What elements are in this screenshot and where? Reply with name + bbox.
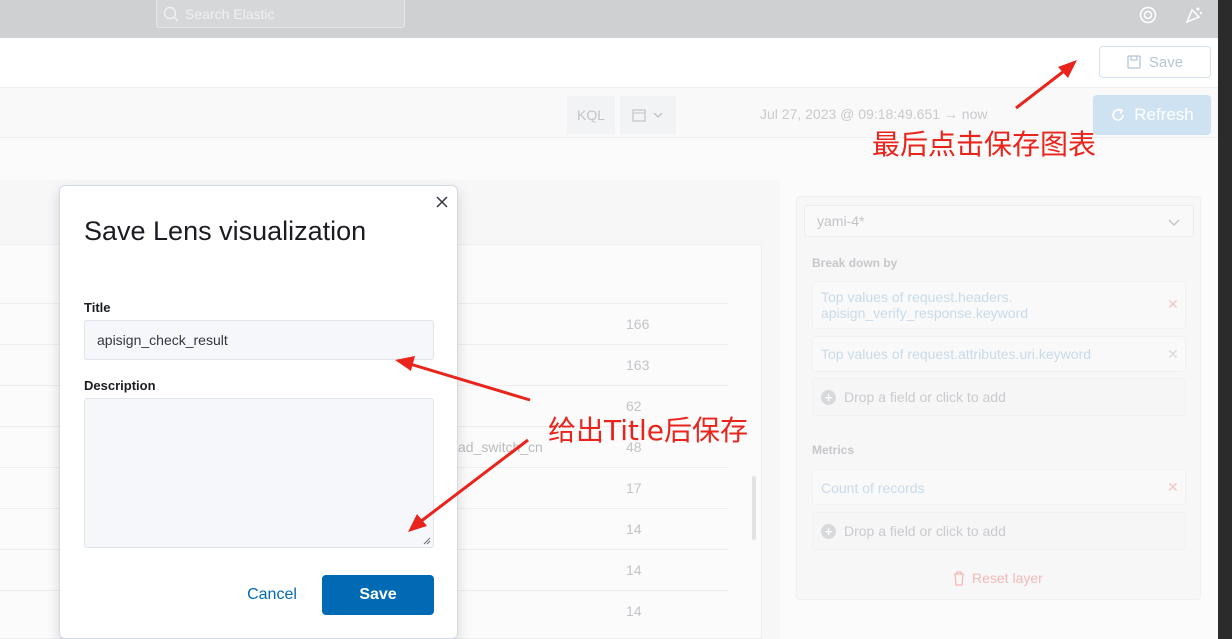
description-textarea[interactable]	[84, 398, 434, 548]
save-icon	[1127, 55, 1141, 69]
table-cell-value: 14	[626, 521, 642, 537]
window-edge-strip	[1218, 0, 1232, 639]
index-pattern-value: yami-4*	[817, 213, 865, 229]
table-cell-value: 166	[626, 316, 650, 332]
breakdown-section-label: Break down by	[812, 256, 898, 270]
table-cell-value: 17	[626, 480, 642, 496]
refresh-icon	[1112, 108, 1125, 121]
trash-icon	[954, 571, 964, 586]
save-button-label: Save	[1148, 53, 1184, 71]
refresh-button[interactable]: Refresh	[1093, 95, 1211, 135]
remove-dimension-icon[interactable]: ✕	[1167, 296, 1179, 313]
cancel-button[interactable]: Cancel	[240, 580, 304, 610]
add-icon: +	[821, 389, 836, 405]
global-search-input[interactable]: Search Elastic	[156, 0, 405, 28]
add-icon: +	[821, 523, 836, 539]
description-field-label: Description	[84, 378, 156, 393]
title-field-label: Title	[84, 300, 111, 315]
table-cell-label: ad_switch_cn	[458, 439, 543, 455]
metrics-section-label: Metrics	[812, 443, 855, 457]
breakdown-drop-zone[interactable]: + Drop a field or click to add	[812, 378, 1186, 416]
close-icon[interactable]	[434, 194, 450, 210]
index-pattern-select[interactable]: yami-4*	[804, 205, 1194, 237]
calendar-icon	[632, 109, 646, 122]
annotation-save-chart: 最后点击保存图表	[872, 128, 1097, 161]
search-placeholder: Search Elastic	[185, 5, 275, 22]
table-cell-value: 14	[626, 603, 642, 619]
modal-title: Save Lens visualization	[84, 216, 367, 246]
breakdown-dimension-2[interactable]: Top values of request.attributes.uri.key…	[812, 336, 1186, 372]
reset-layer-label: Reset layer	[972, 570, 1043, 586]
reset-layer-button[interactable]: Reset layer	[952, 570, 1043, 586]
remove-metric-icon[interactable]: ✕	[1167, 479, 1179, 496]
title-input[interactable]: apisign_check_result	[84, 320, 434, 360]
date-range-display[interactable]: Jul 27, 2023 @ 09:18:49.651 → now	[760, 106, 987, 122]
confirm-save-button[interactable]: Save	[322, 575, 434, 615]
metric-dimension[interactable]: Count of records	[812, 469, 1186, 505]
drop-zone-label: Drop a field or click to add	[844, 389, 1006, 405]
search-icon	[163, 6, 179, 21]
help-icon[interactable]	[1138, 5, 1158, 25]
remove-dimension-icon[interactable]: ✕	[1167, 346, 1179, 363]
table-cell-value: 14	[626, 562, 642, 578]
table-scrollbar[interactable]	[752, 476, 756, 540]
drop-zone-label: Drop a field or click to add	[844, 523, 1006, 539]
annotation-title-save: 给出Title后保存	[548, 414, 749, 447]
table-cell-value: 163	[626, 357, 650, 373]
metrics-drop-zone[interactable]: + Drop a field or click to add	[812, 512, 1186, 550]
save-button[interactable]: Save	[1099, 46, 1211, 78]
refresh-label: Refresh	[1134, 105, 1194, 124]
breakdown-dimension-1[interactable]: Top values of request.headers. apisign_v…	[812, 281, 1186, 329]
chevron-down-icon	[1168, 219, 1180, 226]
date-picker-button[interactable]	[620, 96, 676, 134]
resize-handle-icon[interactable]	[421, 535, 431, 545]
kql-toggle[interactable]: KQL	[567, 96, 615, 134]
app-header	[0, 38, 1218, 88]
kql-label: KQL	[576, 107, 605, 123]
news-feed-icon[interactable]	[1184, 5, 1204, 25]
chevron-down-icon	[653, 112, 663, 118]
